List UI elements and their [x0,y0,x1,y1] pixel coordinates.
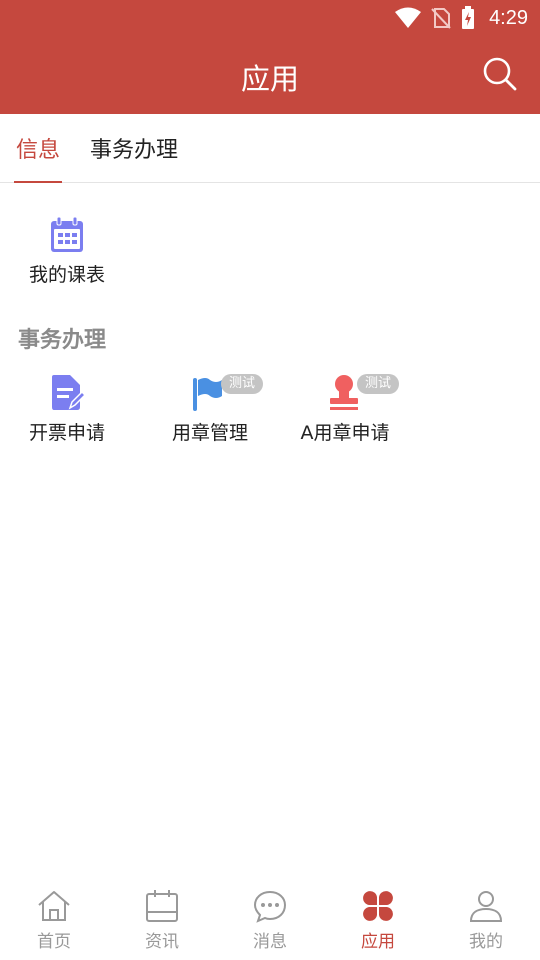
battery-charging-icon [462,6,475,29]
status-bar: 4:29 [0,0,540,36]
app-tile-label: 用章管理 [171,422,248,444]
nav-home[interactable]: 首页 [0,878,108,960]
app-tile-invoice[interactable]: 开票申请 [2,374,132,454]
calendar-icon [51,216,83,252]
tab-bar: 信息 事务办理 [0,114,540,183]
nav-apps[interactable]: 应用 [324,878,432,960]
tab-info[interactable]: 信息 [13,132,63,183]
wifi-icon [395,7,422,28]
user-icon [469,891,503,922]
app-tile-label: A用章申请 [300,422,390,444]
app-tile-seal-application[interactable]: 测试 A用章申请 [280,374,410,454]
nav-label: 首页 [37,932,71,952]
status-time: 4:29 [489,6,528,29]
nav-label: 资讯 [145,932,179,952]
nav-label: 我的 [469,932,503,952]
section-title-affairs: 事务办理 [18,328,107,353]
nav-label: 消息 [253,932,287,952]
test-badge: 测试 [357,374,400,394]
home-icon [38,891,70,921]
page-title: 应用 [240,62,299,96]
test-badge: 测试 [221,374,264,394]
status-icons: 4:29 [395,5,528,31]
app-tile-schedule[interactable]: 我的课表 [2,216,132,296]
nav-label: 应用 [361,932,395,952]
app-tile-label: 开票申请 [28,422,105,444]
bottom-navigation: 首页 资讯 消息 应用 我的 [0,878,540,960]
clover-apps-icon [363,891,393,921]
nav-profile[interactable]: 我的 [432,878,540,960]
app-tile-label: 我的课表 [28,264,105,286]
search-icon [483,57,517,91]
no-sim-icon [431,8,451,29]
top-bar: 4:29 应用 [0,0,540,114]
search-button[interactable] [482,56,522,96]
flag-icon [193,378,222,411]
chat-bubble-icon [253,890,287,923]
calendar-news-icon [146,890,178,922]
document-edit-icon [52,375,86,410]
nav-news[interactable]: 资讯 [108,878,216,960]
nav-messages[interactable]: 消息 [216,878,324,960]
app-tile-seal-management[interactable]: 测试 用章管理 [145,374,275,454]
tab-affairs[interactable]: 事务办理 [90,132,178,183]
